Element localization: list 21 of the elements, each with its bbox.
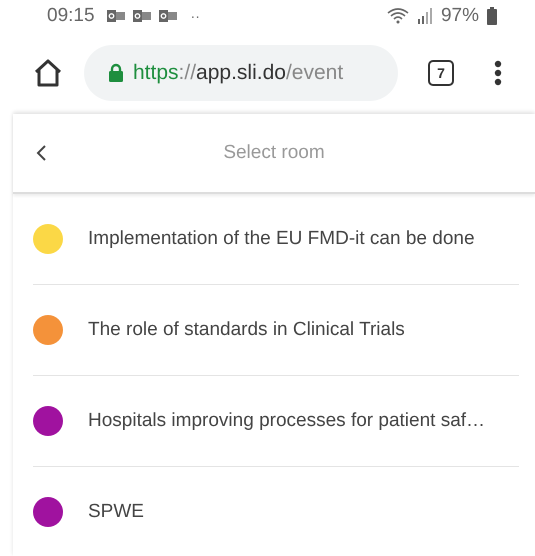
battery-icon <box>487 7 497 25</box>
mail-app-icon <box>132 9 151 23</box>
url-text: https://app.sli.do/event <box>133 61 344 85</box>
lock-icon <box>108 63 124 83</box>
room-item[interactable]: Implementation of the EU FMD-it can be done <box>33 194 519 285</box>
mail-app-icon <box>106 9 125 23</box>
battery-percent: 97% <box>440 5 479 27</box>
more-notifications: ·· <box>190 8 200 24</box>
room-item[interactable]: Hospitals improving processes for patient saf… <box>33 376 519 467</box>
tab-count-button[interactable]: 7 <box>428 60 454 86</box>
mail-app-icon <box>158 9 177 23</box>
wifi-icon <box>386 8 409 24</box>
room-item[interactable]: The role of standards in Clinical Trials <box>33 285 519 376</box>
page-title: Select room <box>223 142 325 164</box>
clock-time: 09:15 <box>47 5 95 27</box>
back-icon[interactable] <box>35 144 47 162</box>
signal-icon <box>416 7 433 25</box>
address-bar[interactable]: https://app.sli.do/event <box>84 45 398 101</box>
room-item[interactable]: SPWE <box>33 467 519 556</box>
menu-icon[interactable] <box>494 60 502 86</box>
home-icon[interactable] <box>33 59 63 87</box>
